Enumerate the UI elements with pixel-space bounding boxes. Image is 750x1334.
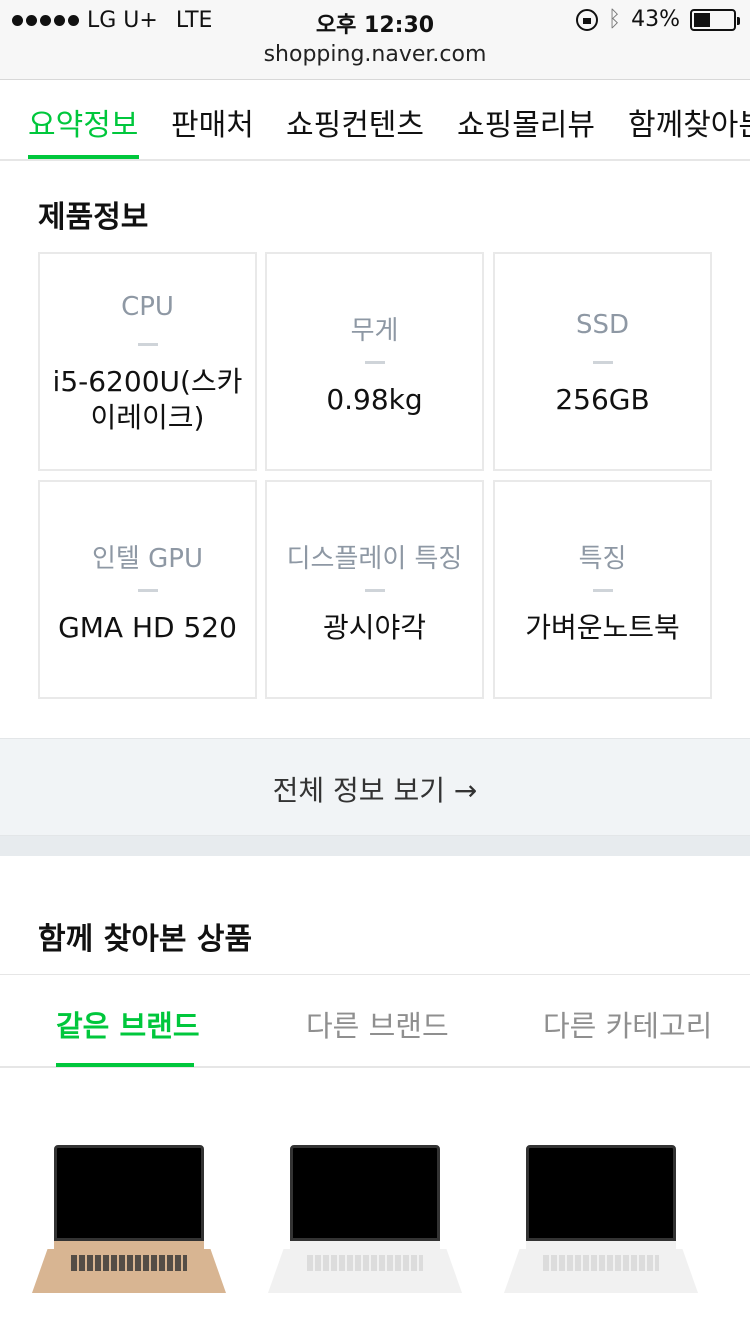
status-bar: LG U+ LTE 오후 12:30 ᛒ 43% shopping.naver.… — [0, 0, 750, 80]
orientation-lock-icon — [575, 8, 598, 31]
tab-same-brand[interactable]: 같은 브랜드 — [56, 1003, 200, 1045]
spec-card: 무게 0.98kg — [265, 252, 484, 471]
spec-label: 무게 — [350, 316, 399, 346]
product-thumbnail[interactable] — [32, 1145, 226, 1295]
spec-value: 광시야각 — [322, 611, 427, 644]
spec-value: GMA HD 520 — [58, 611, 237, 644]
active-tab-indicator — [28, 155, 139, 159]
spec-divider — [137, 589, 158, 592]
spec-value: i5-6200U(스카이레이크) — [52, 365, 243, 434]
product-info-title: 제품정보 — [38, 200, 149, 235]
spec-label: 인텔 GPU — [92, 544, 203, 574]
spec-card: 디스플레이 특징 광시야각 — [265, 480, 484, 699]
view-all-label: 전체 정보 보기 → — [272, 774, 478, 807]
address-bar-url[interactable]: shopping.naver.com — [0, 42, 750, 67]
related-tab-bar: 같은 브랜드 다른 브랜드 다른 카테고리 — [0, 974, 750, 1068]
spec-label: 디스플레이 특징 — [286, 544, 463, 574]
spec-divider — [364, 361, 385, 364]
tab-other-brand[interactable]: 다른 브랜드 — [306, 1003, 449, 1045]
active-tab-indicator — [56, 1063, 194, 1067]
spec-divider — [592, 361, 613, 364]
spec-divider — [592, 589, 613, 592]
tab-sellers[interactable]: 판매처 — [171, 100, 254, 144]
spec-divider — [364, 589, 385, 592]
top-tab-bar: 요약정보 판매처 쇼핑컨텐츠 쇼핑몰리뷰 함께찾아본 — [0, 80, 750, 161]
laptop-screen — [54, 1145, 204, 1241]
view-all-info-button[interactable]: 전체 정보 보기 → — [0, 738, 750, 836]
tab-summary[interactable]: 요약정보 — [28, 100, 138, 144]
spec-card: 인텔 GPU GMA HD 520 — [38, 480, 257, 699]
tab-other-category[interactable]: 다른 카테고리 — [543, 1003, 712, 1045]
bluetooth-icon: ᛒ — [607, 7, 622, 32]
spec-label: 특징 — [578, 544, 627, 574]
laptop-screen — [526, 1145, 676, 1241]
spec-value: 0.98kg — [326, 383, 423, 416]
section-divider — [0, 836, 750, 856]
status-icons: ᛒ 43% — [575, 7, 740, 32]
tab-shopping-contents[interactable]: 쇼핑컨텐츠 — [286, 100, 424, 144]
spec-card: 특징 가벼운노트북 — [493, 480, 712, 699]
spec-card: CPU i5-6200U(스카이레이크) — [38, 252, 257, 471]
product-thumbnail[interactable] — [504, 1145, 698, 1295]
battery-percent: 43% — [631, 7, 680, 32]
related-products-title: 함께 찾아본 상품 — [38, 922, 253, 957]
battery-icon — [690, 8, 740, 31]
laptop-screen — [290, 1145, 440, 1241]
spec-label: SSD — [575, 310, 630, 340]
spec-label: CPU — [121, 292, 174, 322]
spec-value: 가벼운노트북 — [525, 611, 680, 644]
tab-mall-reviews[interactable]: 쇼핑몰리뷰 — [457, 100, 595, 144]
spec-value: 256GB — [555, 383, 650, 416]
spec-divider — [137, 343, 158, 346]
spec-card: SSD 256GB — [493, 252, 712, 471]
product-thumbnail[interactable] — [268, 1145, 462, 1295]
tab-viewed-together[interactable]: 함께찾아본 — [628, 100, 750, 144]
